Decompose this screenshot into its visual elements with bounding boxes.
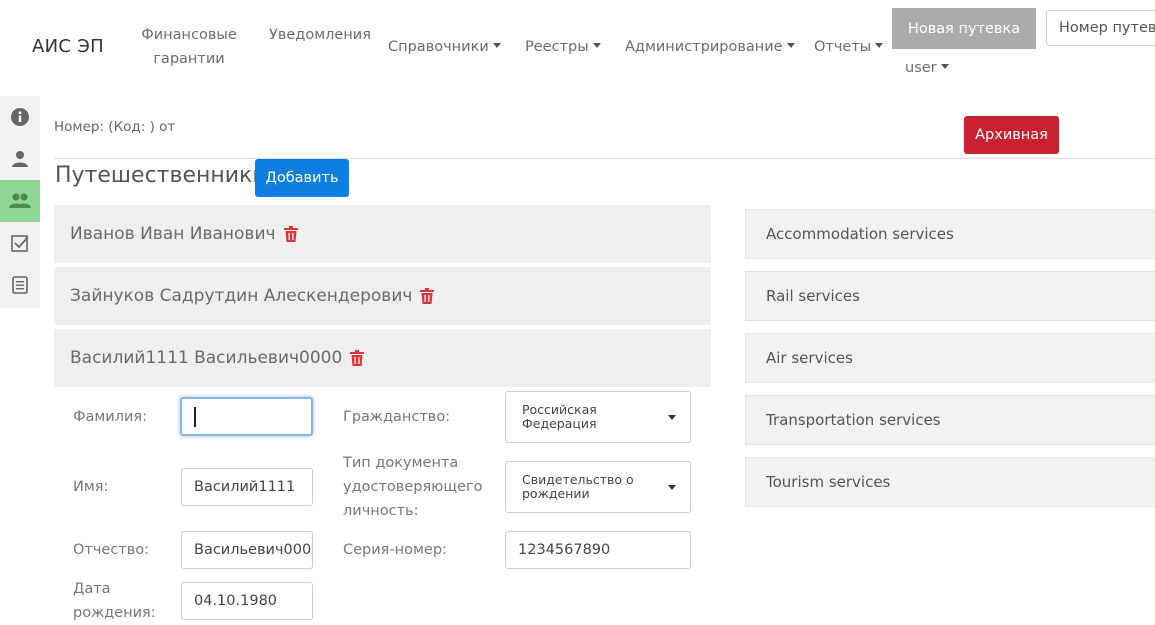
birthdate-label-line2: рождения: xyxy=(73,605,156,621)
nav-notifications[interactable]: Уведомления xyxy=(269,23,371,47)
group-icon xyxy=(9,193,31,208)
citizenship-value-line1: Российская xyxy=(522,402,597,417)
new-voucher-button[interactable]: Новая путевка xyxy=(892,8,1036,49)
nav-administration-label: Администрирование xyxy=(625,39,783,55)
side-rail xyxy=(0,96,40,308)
nav-reports-dropdown[interactable]: Отчеты xyxy=(814,35,883,59)
birthdate-label-line1: Дата xyxy=(73,581,111,597)
name-field[interactable]: Василий1111 xyxy=(181,468,313,506)
travelers-title: Путешественники xyxy=(55,163,267,188)
rail-person[interactable] xyxy=(0,138,40,180)
doc-type-label-line3: личность: xyxy=(343,503,419,519)
name-label: Имя: xyxy=(73,479,109,495)
traveler-row[interactable]: Зайнуков Садрутдин Алескендерович xyxy=(54,267,711,325)
doc-type-label: Тип документа удостоверяющего личность: xyxy=(343,451,482,523)
divider xyxy=(54,158,1155,159)
doc-type-label-line1: Тип документа xyxy=(343,455,459,471)
text-cursor xyxy=(194,406,196,427)
document-icon xyxy=(12,276,28,294)
info-icon xyxy=(11,108,29,126)
app-brand[interactable]: АИС ЭП xyxy=(32,36,104,57)
traveler-name: Василий1111 Васильевич0000 xyxy=(70,348,343,368)
nav-directories-label: Справочники xyxy=(388,39,489,55)
add-traveler-button[interactable]: Добавить xyxy=(255,159,349,197)
doc-type-select[interactable]: Свидетельство о рождении xyxy=(505,461,691,513)
surname-label: Фамилия: xyxy=(73,409,148,425)
trash-icon[interactable] xyxy=(350,350,365,366)
traveler-row-selected[interactable]: Василий1111 Васильевич0000 xyxy=(54,329,711,387)
checkbox-icon xyxy=(11,235,29,252)
rail-info[interactable] xyxy=(0,96,40,138)
nav-reports-label: Отчеты xyxy=(814,39,872,55)
tourism-services-panel[interactable]: Tourism services xyxy=(745,457,1155,507)
nav-financial-line2: гарантии xyxy=(153,51,225,67)
nav-registries-dropdown[interactable]: Реестры xyxy=(525,35,601,59)
traveler-name: Иванов Иван Иванович xyxy=(70,224,276,244)
rail-documents[interactable] xyxy=(0,264,40,306)
nav-financial-line1: Финансовые xyxy=(141,27,237,43)
citizenship-label: Гражданство: xyxy=(343,409,451,425)
document-number: Номер: (Код: ) от xyxy=(54,119,176,135)
traveler-name: Зайнуков Садрутдин Алескендерович xyxy=(70,286,413,306)
rail-travelers[interactable] xyxy=(0,180,40,222)
trash-icon[interactable] xyxy=(420,288,435,304)
traveler-row[interactable]: Иванов Иван Иванович xyxy=(54,205,711,263)
nav-administration-dropdown[interactable]: Администрирование xyxy=(625,35,795,59)
air-services-panel[interactable]: Air services xyxy=(745,333,1155,383)
birthdate-label: Дата рождения: xyxy=(73,577,156,625)
nav-directories-dropdown[interactable]: Справочники xyxy=(388,35,501,59)
nav-registries-label: Реестры xyxy=(525,39,589,55)
citizenship-value-line2: Федерация xyxy=(522,416,597,431)
nav-financial-guarantees[interactable]: Финансовые гарантии xyxy=(138,23,240,71)
transportation-services-panel[interactable]: Transportation services xyxy=(745,395,1155,445)
doc-type-value-line1: Свидетельство о xyxy=(522,472,634,487)
citizenship-select[interactable]: Российская Федерация xyxy=(505,391,691,443)
accommodation-services-panel[interactable]: Accommodation services xyxy=(745,209,1155,259)
trash-icon[interactable] xyxy=(283,226,298,242)
series-number-label: Серия-номер: xyxy=(343,542,447,558)
nav-user-dropdown[interactable]: user xyxy=(905,56,949,80)
surname-field[interactable] xyxy=(180,397,313,436)
patronymic-field[interactable]: Васильевич0000 xyxy=(181,531,313,569)
nav-user-label: user xyxy=(905,60,937,76)
series-number-field[interactable]: 1234567890 xyxy=(505,531,691,569)
rail-services-panel[interactable]: Rail services xyxy=(745,271,1155,321)
person-icon xyxy=(12,151,28,167)
archive-status-button[interactable]: Архивная xyxy=(964,116,1059,154)
patronymic-label: Отчество: xyxy=(73,542,150,558)
voucher-search-input[interactable]: Номер путевки xyxy=(1046,10,1155,46)
doc-type-value-line2: рождении xyxy=(522,486,590,501)
birthdate-field[interactable]: 04.10.1980 xyxy=(181,582,313,620)
doc-type-label-line2: удостоверяющего xyxy=(343,479,483,495)
rail-checklist[interactable] xyxy=(0,222,40,264)
